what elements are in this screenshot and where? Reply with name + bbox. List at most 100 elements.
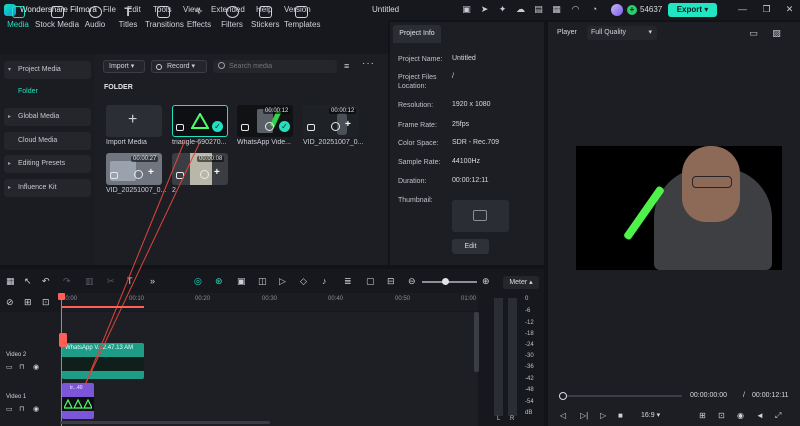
crop-icon[interactable]: ⊡ <box>718 411 725 420</box>
monitor-icon[interactable]: ▣ <box>461 4 472 15</box>
bell-icon[interactable]: ◔ <box>589 4 600 15</box>
sidebar-item-project-media[interactable]: ▾ Project Media <box>4 61 91 79</box>
add-track-icon[interactable]: ⊞ <box>24 297 32 307</box>
import-dropdown[interactable]: Import ▾ <box>103 60 145 73</box>
step-back-icon[interactable]: ▷| <box>580 411 588 420</box>
play-range-icon[interactable]: ▷ <box>279 276 286 286</box>
add-marker-icon[interactable]: ⊞ <box>699 411 706 420</box>
ruler-tick: 00:50 <box>395 296 411 302</box>
resolution-value: 1920 x 1080 <box>452 101 491 108</box>
select-tool-icon[interactable]: ↖ <box>24 276 32 286</box>
microphone-icon[interactable]: ♪ <box>322 276 327 286</box>
camera-icon[interactable]: ◉ <box>737 411 744 420</box>
meter-tick: -6 <box>525 308 531 314</box>
vertical-scrollbar[interactable] <box>474 312 479 372</box>
tab-project-info[interactable]: Project Info <box>393 25 441 43</box>
add-to-timeline-icon[interactable]: + <box>214 167 220 178</box>
sidebar-item-global-media[interactable]: ▸ Global Media <box>4 108 91 126</box>
headset-icon[interactable]: ◠ <box>570 4 581 15</box>
picture-in-picture-icon[interactable]: ▢ <box>366 276 375 286</box>
tab-effects[interactable]: ✧ Effects <box>186 6 212 29</box>
save-icon[interactable]: ▤ <box>533 4 544 15</box>
play-icon[interactable]: ▷ <box>600 411 606 420</box>
meter-tick: -42 <box>525 376 534 382</box>
fit-timeline-icon[interactable]: ⊟ <box>387 276 395 286</box>
zoom-slider-knob[interactable] <box>442 278 449 285</box>
playback-progress-track[interactable] <box>562 395 682 397</box>
shield-icon[interactable]: ◇ <box>300 276 307 286</box>
project-location-value: / <box>452 73 454 80</box>
export-button[interactable]: Export ▾ <box>668 3 717 17</box>
filter-icon[interactable]: ≡ <box>344 61 349 71</box>
sidebar-item-folder[interactable]: Folder <box>18 88 38 95</box>
maximize-icon[interactable]: ❐ <box>761 4 772 15</box>
ruler-tick: 00:30 <box>262 296 278 302</box>
sidebar-item-label: Influence Kit <box>18 184 57 191</box>
titles-icon: T <box>124 5 132 19</box>
playhead[interactable] <box>61 293 62 426</box>
tab-media[interactable]: Media <box>5 6 31 29</box>
list-icon[interactable]: ≣ <box>344 276 352 286</box>
tab-filters[interactable]: Filters <box>220 6 244 29</box>
cloud-upload-icon[interactable]: ☁ <box>515 4 526 15</box>
grid-icon[interactable]: ▦ <box>551 4 562 15</box>
tab-stock-media[interactable]: Stock Media <box>35 6 79 29</box>
volume-icon[interactable]: ◄ <box>756 411 764 420</box>
track-video-icon[interactable]: ▭ <box>6 363 13 371</box>
zoom-out-icon[interactable]: ⊖ <box>408 276 416 286</box>
tab-stickers[interactable]: Stickers <box>251 6 279 29</box>
quality-dropdown[interactable]: Full Quality ▾ <box>587 26 657 40</box>
horizontal-scrollbar[interactable] <box>60 421 270 424</box>
minimize-icon[interactable]: — <box>737 4 748 15</box>
undo-icon[interactable]: ↶ <box>42 276 50 286</box>
meter-bar-left <box>494 298 503 416</box>
link-icon[interactable]: ⊘ <box>6 297 14 307</box>
add-to-timeline-icon[interactable]: + <box>345 119 351 130</box>
send-icon[interactable]: ➤ <box>479 4 490 15</box>
track-settings-icon[interactable]: ⊡ <box>42 297 50 307</box>
meter-channel-left: L <box>497 416 501 422</box>
field-label: Duration: <box>398 178 427 185</box>
image-preview-icon[interactable]: ▨ <box>771 28 782 39</box>
close-icon[interactable]: ✕ <box>784 4 795 15</box>
current-time: 00:00:00:00 <box>690 392 727 399</box>
preview-icon <box>331 122 340 131</box>
playhead-marker[interactable] <box>59 333 67 347</box>
ai-icon[interactable]: ▣ <box>237 276 246 286</box>
fullscreen-icon[interactable]: ⤢ <box>775 411 781 420</box>
playhead-handle[interactable] <box>58 293 65 300</box>
lightbulb-icon[interactable]: ✦ <box>497 4 508 15</box>
edit-thumbnail-button[interactable]: Edit <box>452 239 489 254</box>
aspect-ratio-dropdown[interactable]: 16:9 ▾ <box>641 411 660 419</box>
lock-icon[interactable]: ⊓ <box>19 363 24 371</box>
auto-highlight-icon[interactable]: ◫ <box>258 276 267 286</box>
zoom-in-icon[interactable]: ⊕ <box>482 276 490 286</box>
track-video-icon[interactable]: ▭ <box>6 405 13 413</box>
avatar[interactable] <box>611 4 623 16</box>
tab-titles[interactable]: T Titles <box>116 6 140 29</box>
meter-dropdown[interactable]: Meter ▴ <box>503 276 539 289</box>
stop-icon[interactable]: ■ <box>618 411 623 420</box>
more-options-icon[interactable]: ··· <box>362 58 375 69</box>
playback-progress-knob[interactable] <box>559 392 567 400</box>
field-label: Sample Rate: <box>398 159 441 166</box>
sidebar-item-label: Editing Presets <box>18 160 66 167</box>
ruler-tick: 00:40 <box>328 296 344 302</box>
aspect-ratio-value: 16:9 <box>641 412 655 419</box>
eye-icon[interactable]: ◉ <box>33 405 39 413</box>
search-input[interactable] <box>213 60 337 73</box>
snapshot-icon[interactable]: ▭ <box>748 28 759 39</box>
tab-audio-label: Audio <box>84 20 106 29</box>
previous-frame-icon[interactable]: ◁ <box>560 411 566 420</box>
video-preview[interactable] <box>576 146 782 270</box>
tab-transitions[interactable]: Transitions <box>145 6 184 29</box>
sidebar-item-label: Global Media <box>18 113 60 120</box>
tab-audio[interactable]: Audio <box>83 6 107 29</box>
zoom-slider-track[interactable] <box>422 281 477 283</box>
tab-templates[interactable]: Templates <box>284 6 320 29</box>
lock-icon[interactable]: ⊓ <box>19 405 24 413</box>
layout-grid-icon[interactable]: ▦ <box>6 276 15 286</box>
snap-icon[interactable]: ⊛ <box>215 276 223 286</box>
ruler-tick: 01:00 <box>461 296 477 302</box>
eye-icon[interactable]: ◉ <box>33 363 39 371</box>
